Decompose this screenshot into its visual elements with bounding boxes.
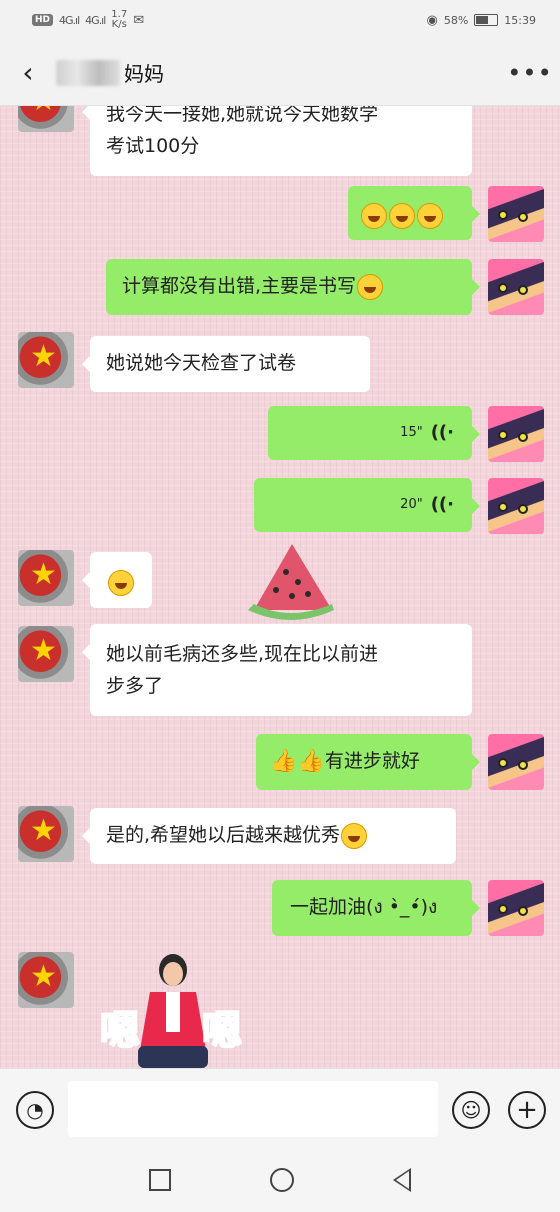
blurred-name (56, 59, 120, 86)
plus-button[interactable]: + (508, 1091, 546, 1129)
chat-title: 妈妈 (124, 62, 164, 86)
message-bubble[interactable]: 她说她今天检查了试卷 (82, 336, 370, 392)
input-bar: ◔ ☺ + (0, 1068, 560, 1148)
avatar-mom[interactable]: ★ (18, 806, 74, 862)
voice-duration: 15" (400, 425, 423, 440)
battery-percent: 58% (443, 13, 469, 27)
signal-icon-2: 4G.ıl (85, 13, 106, 27)
chat-area[interactable]: ★ 我今天一接她,她就说今天她数学 考试100分 计算都没有出错,主要是书写 ★… (0, 106, 560, 1068)
message-input[interactable] (68, 1081, 438, 1137)
sticker-text-left: 嗯 (99, 1007, 141, 1055)
avatar-eye (518, 504, 528, 514)
status-bar: HD 4G.ıl 4G.ıl 1.7 K/s ✉ ◉ 58% 15:39 (0, 0, 560, 40)
grin-emoji-icon (417, 202, 443, 229)
message-bubble[interactable]: 👍👍有进步就好 (256, 734, 480, 790)
voice-message[interactable]: 15" ((· (268, 406, 480, 460)
avatar-mom[interactable]: ★ (18, 952, 74, 1008)
star-icon: ★ (30, 339, 57, 374)
message-text: 步多了 (106, 675, 164, 697)
avatar-eye (498, 502, 508, 512)
avatar-self[interactable] (488, 259, 544, 315)
voice-duration: 20" (400, 497, 423, 512)
system-nav-bar (0, 1148, 560, 1212)
avatar-mom[interactable]: ★ (18, 106, 74, 132)
star-icon: ★ (30, 106, 57, 116)
avatar-eye (518, 760, 528, 770)
system-back-button[interactable] (392, 1168, 411, 1192)
message-text: 考试100分 (106, 135, 200, 157)
wechat-icon: ✉ (133, 12, 145, 28)
voice-message[interactable]: 20" ((· (254, 478, 480, 532)
avatar-eye (498, 758, 508, 768)
star-icon: ★ (30, 813, 57, 848)
chat-header: ‹ 妈妈 ••• (0, 40, 560, 106)
avatar-eye (518, 906, 528, 916)
emoji-button[interactable]: ☺ (452, 1091, 490, 1129)
star-icon: ★ (30, 959, 57, 994)
grin-emoji-icon (108, 569, 134, 596)
avatar-mom[interactable]: ★ (18, 332, 74, 388)
avatar-self[interactable] (488, 406, 544, 462)
voice-wave-icon: ((· (430, 422, 454, 443)
message-bubble[interactable] (348, 186, 480, 240)
message-bubble[interactable]: 是的,希望她以后越来越优秀 (82, 808, 456, 864)
message-text: 有进步就好 (324, 750, 420, 772)
voice-button[interactable]: ◔ (16, 1091, 54, 1129)
eye-icon: ◉ (426, 12, 438, 28)
avatar-eye (518, 285, 528, 295)
message-text: 我今天一接她,她就说今天她数学 (106, 106, 379, 125)
grin-emoji-icon (389, 202, 415, 229)
network-speed: 1.7 K/s (111, 9, 128, 30)
avatar-self[interactable] (488, 478, 544, 534)
avatar-self[interactable] (488, 186, 544, 242)
hd-badge: HD (32, 14, 54, 26)
star-icon: ★ (30, 557, 57, 592)
avatar-eye (498, 210, 508, 220)
recent-apps-button[interactable] (149, 1169, 172, 1191)
sticker-text-right: 嗯 (201, 1007, 243, 1055)
avatar-eye (518, 432, 528, 442)
avatar-mom[interactable]: ★ (18, 550, 74, 606)
watermelon-sticker[interactable] (246, 538, 336, 622)
emoji-icon: ☺ (460, 1098, 482, 1122)
voice-wave-icon: ((· (430, 494, 454, 515)
avatar-eye (498, 283, 508, 293)
message-bubble[interactable]: 我今天一接她,她就说今天她数学 考试100分 (82, 106, 472, 176)
avatar-mom[interactable]: ★ (18, 626, 74, 682)
back-button[interactable]: ‹ (0, 56, 56, 89)
message-text: 计算都没有出错,主要是书写 (122, 275, 357, 297)
clock: 15:39 (504, 13, 536, 27)
message-bubble[interactable]: 她以前毛病还多些,现在比以前进 步多了 (82, 624, 472, 716)
chevron-left-icon: ‹ (22, 56, 34, 89)
thumbs-up-emoji-icon: 👍 (297, 748, 325, 774)
avatar-eye (518, 212, 528, 222)
avatar-eye (498, 430, 508, 440)
more-horizontal-icon: ••• (507, 58, 553, 87)
message-text: 是的,希望她以后越来越优秀 (106, 824, 341, 846)
message-bubble[interactable]: 计算都没有出错,主要是书写 (106, 259, 480, 315)
message-text: 一起加油(ง •̀_•́)ง (290, 896, 438, 918)
avatar-eye (498, 904, 508, 914)
avatar-self[interactable] (488, 880, 544, 936)
grin-emoji-icon (361, 202, 387, 229)
girl-sticker[interactable]: 嗯 嗯 (98, 950, 248, 1068)
grin-emoji-icon (341, 822, 368, 849)
avatar-self[interactable] (488, 734, 544, 790)
message-bubble[interactable]: 一起加油(ง •̀_•́)ง (272, 880, 480, 936)
signal-icon: 4G.ıl (59, 13, 80, 27)
more-button[interactable]: ••• (500, 59, 560, 87)
battery-icon (474, 14, 499, 26)
laugh-cry-emoji-icon (357, 273, 384, 300)
voice-icon: ◔ (26, 1098, 44, 1122)
message-text: 她以前毛病还多些,现在比以前进 (106, 643, 379, 665)
message-text: 她说她今天检查了试卷 (106, 352, 297, 374)
thumbs-up-emoji-icon: 👍 (270, 748, 298, 774)
home-button[interactable] (269, 1168, 294, 1192)
star-icon: ★ (30, 633, 57, 668)
message-bubble[interactable] (82, 552, 152, 608)
plus-icon: + (516, 1095, 538, 1125)
